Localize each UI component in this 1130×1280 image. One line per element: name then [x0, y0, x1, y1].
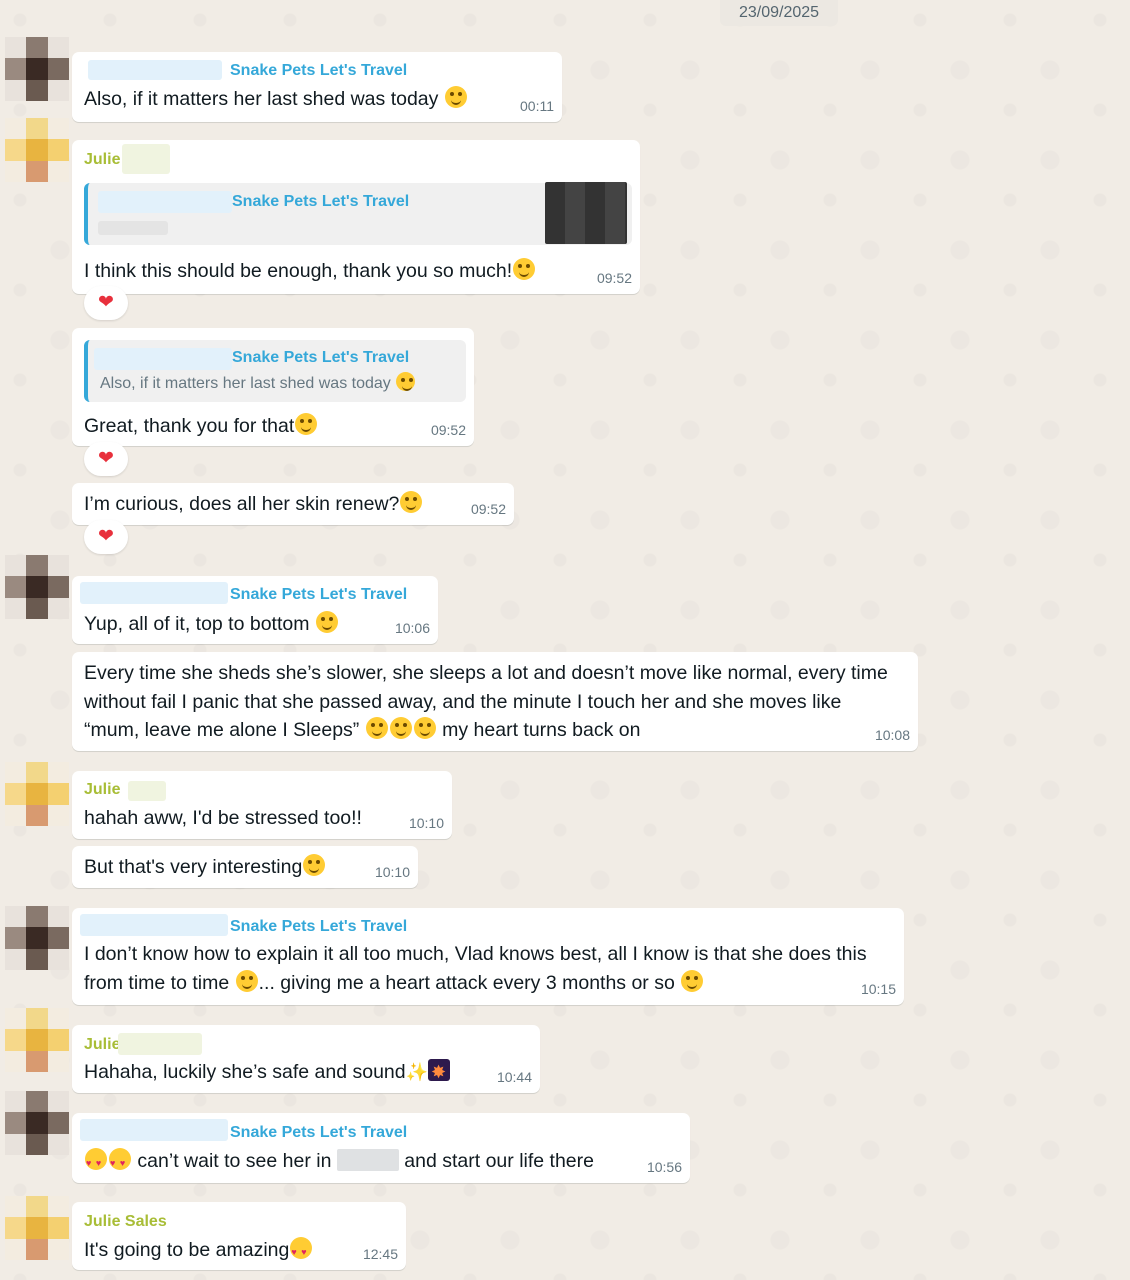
blurred-phone — [94, 348, 232, 370]
sender-name[interactable]: Julie — [84, 151, 120, 169]
message-time: 10:15 — [860, 981, 896, 997]
message-bubble[interactable]: Every time she sheds she’s slower, she s… — [72, 652, 918, 751]
anxious-emoji-icon — [400, 491, 423, 513]
message-bubble[interactable]: Snake Pets Let's Travel Yup, all of it, … — [72, 576, 438, 644]
message-bubble[interactable]: Snake Pets Let's Travel Also, if it matt… — [72, 328, 474, 446]
heart-reaction-icon[interactable]: ❤ — [84, 286, 128, 320]
message-bubble[interactable]: Julie hahah aww, I'd be stressed too!! 1… — [72, 771, 452, 839]
message-time: 10:10 — [408, 815, 444, 831]
pleading-emoji-icon — [681, 969, 704, 992]
message-text: Hahaha, luckily she’s safe and sound✨ — [84, 1058, 451, 1087]
message-text: I’m curious, does all her skin renew? — [84, 490, 423, 519]
message-bubble[interactable]: But that's very interesting 10:10 — [72, 846, 418, 888]
blurred-phone — [88, 60, 222, 80]
quoted-sender: Snake Pets Let's Travel — [232, 349, 410, 366]
heart-reaction-icon[interactable]: ❤ — [84, 442, 128, 476]
avatar-julie[interactable] — [5, 1008, 69, 1072]
sender-name[interactable]: Snake Pets Let's Travel — [230, 918, 407, 936]
blurred-quote-text — [98, 221, 168, 235]
laughing-emoji-icon — [389, 717, 412, 739]
message-time: 10:10 — [374, 864, 410, 880]
message-text: But that's very interesting — [84, 853, 326, 882]
sender-name[interactable]: Julie — [84, 781, 120, 799]
message-time: 09:52 — [596, 270, 632, 286]
blurred-surname — [122, 144, 170, 174]
heart-face-emoji-icon — [109, 1148, 131, 1178]
heart-face-emoji-icon — [85, 1148, 107, 1178]
message-text: It's going to be amazing — [84, 1236, 313, 1267]
message-time: 12:45 — [362, 1246, 398, 1262]
laughing-emoji-icon — [365, 717, 388, 739]
star-struck-emoji-icon — [513, 258, 536, 280]
avatar-julie[interactable] — [5, 118, 69, 182]
message-bubble[interactable]: Julie Hahaha, luckily she’s safe and sou… — [72, 1025, 540, 1093]
avatar-snake-pets[interactable] — [5, 906, 69, 970]
message-time: 10:06 — [394, 620, 430, 636]
message-time: 10:44 — [496, 1069, 532, 1085]
grin-emoji-icon — [315, 611, 338, 633]
heart-reaction-icon[interactable]: ❤ — [84, 520, 128, 554]
blurred-place — [336, 1149, 399, 1171]
quoted-sender: Snake Pets Let's Travel — [232, 193, 410, 210]
message-time: 10:56 — [646, 1159, 682, 1175]
sender-name[interactable]: Snake Pets Let's Travel — [230, 586, 407, 604]
smile-emoji-icon — [444, 86, 467, 108]
blurred-phone — [80, 914, 228, 936]
avatar-snake-pets[interactable] — [5, 555, 69, 619]
blurred-phone — [80, 1119, 228, 1141]
message-text: Also, if it matters her last shed was to… — [84, 85, 468, 114]
message-time: 09:52 — [430, 422, 466, 438]
message-text: Great, thank you for that — [84, 412, 318, 441]
fireworks-icon — [428, 1058, 451, 1087]
blurred-phone — [80, 582, 228, 604]
quoted-text: Also, if it matters her last shed was to… — [100, 372, 416, 393]
laughing-emoji-icon — [235, 969, 258, 992]
message-text: can’t wait to see her in and start our l… — [84, 1147, 594, 1178]
message-text: I don’t know how to explain it all too m… — [84, 943, 867, 994]
quoted-image-thumbnail[interactable] — [545, 182, 627, 244]
message-bubble[interactable]: Snake Pets Let's Travel I don’t know how… — [72, 908, 904, 1005]
message-bubble[interactable]: Snake Pets Let's Travel Also, if it matt… — [72, 52, 562, 122]
message-bubble[interactable]: Snake Pets Let's Travel can’t wait to se… — [72, 1113, 690, 1183]
blurred-surname — [118, 1033, 202, 1055]
message-time: 10:08 — [874, 727, 910, 743]
laughing-emoji-icon — [413, 717, 436, 739]
avatar-julie[interactable] — [5, 1196, 69, 1260]
avatar-julie[interactable] — [5, 762, 69, 826]
star-struck-emoji-icon — [295, 413, 318, 435]
sender-name[interactable]: Snake Pets Let's Travel — [230, 1124, 407, 1142]
sender-name[interactable]: Snake Pets Let's Travel — [230, 62, 407, 80]
avatar-snake-pets[interactable] — [5, 37, 69, 101]
monocle-emoji-icon — [303, 854, 326, 876]
date-divider: 23/09/2025 — [720, 0, 838, 26]
sparkles-icon: ✨ — [405, 1062, 429, 1082]
heart-eyes-emoji-icon — [290, 1237, 313, 1267]
message-bubble[interactable]: Julie Sales It's going to be amazing 12:… — [72, 1202, 406, 1270]
quoted-message[interactable]: Snake Pets Let's Travel Also, if it matt… — [84, 340, 466, 402]
avatar-snake-pets[interactable] — [5, 1091, 69, 1155]
message-text: hahah aww, I'd be stressed too!! — [84, 807, 362, 829]
message-time: 09:52 — [470, 501, 506, 517]
blurred-surname — [128, 781, 166, 801]
blurred-phone — [98, 191, 232, 213]
message-bubble[interactable]: I’m curious, does all her skin renew? 09… — [72, 483, 514, 525]
message-time: 00:11 — [520, 98, 554, 114]
smile-emoji-icon — [396, 372, 416, 391]
sender-name[interactable]: Julie Sales — [84, 1213, 167, 1231]
message-text: Yup, all of it, top to bottom — [84, 610, 339, 639]
message-text: Every time she sheds she’s slower, she s… — [84, 662, 888, 741]
message-text: I think this should be enough, thank you… — [84, 257, 536, 286]
sender-name[interactable]: Julie — [84, 1036, 120, 1054]
